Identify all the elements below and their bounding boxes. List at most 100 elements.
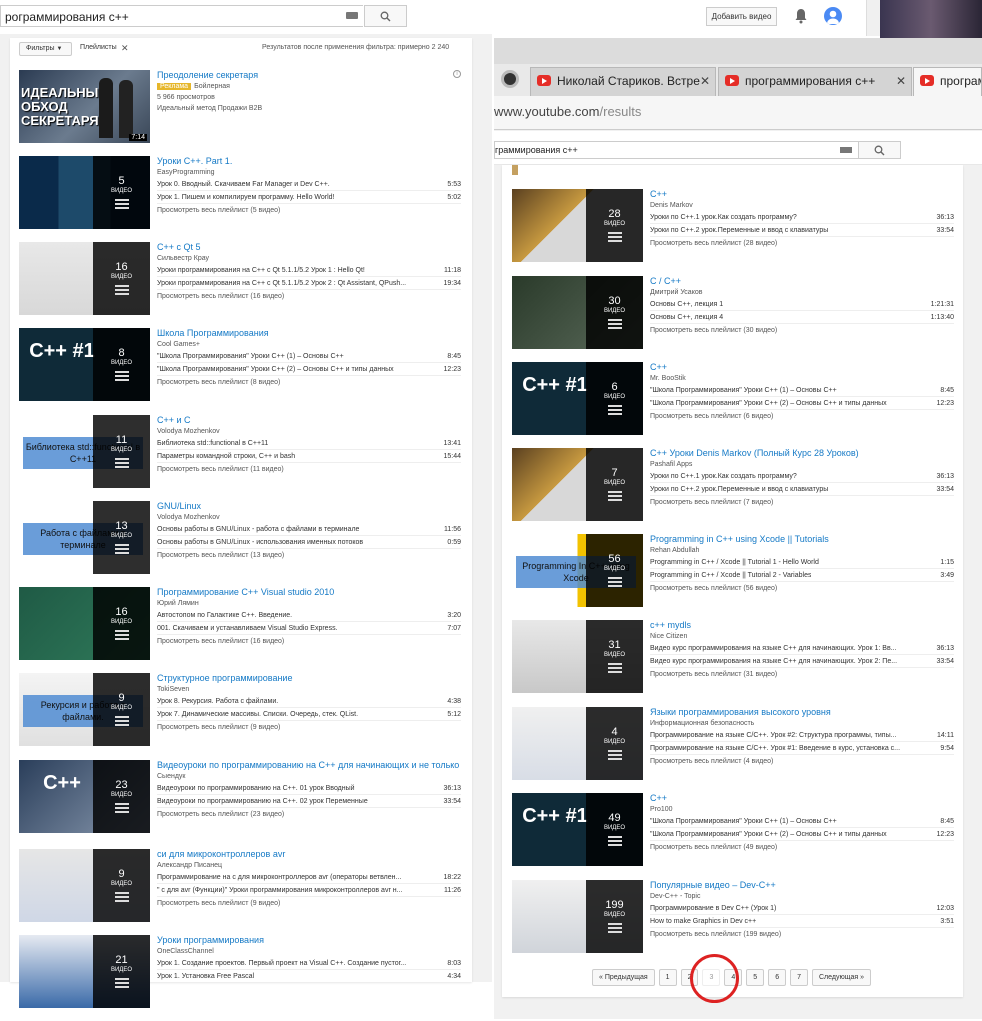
- prev-page-button[interactable]: « Предыдущая: [592, 969, 655, 986]
- ad-title[interactable]: Преодоление секретаря: [157, 70, 461, 81]
- playlist-video-row[interactable]: "Школа Программирования" Уроки C++ (1) –…: [157, 350, 461, 363]
- playlist-thumbnail[interactable]: 21 ВИДЕО: [19, 935, 150, 1008]
- playlist-video-row[interactable]: "Школа Программирования" Уроки C++ (1) –…: [650, 384, 954, 397]
- channel-name[interactable]: Denis Markov: [650, 200, 954, 211]
- channel-name[interactable]: Volodya Mozhenkov: [157, 512, 461, 523]
- playlist-result[interactable]: Библиотека std::functional в C++11 11 ВИДЕ…: [10, 415, 472, 501]
- playlist-result[interactable]: Работа с файлами в терминале 13 ВИДЕО GNU/L…: [10, 501, 472, 587]
- keyboard-icon[interactable]: [840, 147, 852, 153]
- view-full-playlist-link[interactable]: Просмотреть весь плейлист (13 видео): [157, 549, 461, 562]
- playlist-video-row[interactable]: Урок 1. Пишем и компилируем программу. H…: [157, 191, 461, 204]
- playlist-result[interactable]: 9 ВИДЕО си для микроконтроллеров avr Алекса…: [10, 849, 472, 935]
- playlist-thumbnail[interactable]: C++ #1 6 ВИДЕО: [512, 362, 643, 435]
- playlist-thumbnail[interactable]: 5 ВИДЕО: [19, 156, 150, 229]
- playlist-video-row[interactable]: Видеоуроки по программированию на C++. 0…: [157, 795, 461, 808]
- playlist-video-row[interactable]: Урок 1. Создание проектов. Первый проект…: [157, 957, 461, 970]
- playlist-result[interactable]: 31 ВИДЕО c++ mydls Nice Citizen Видео курс п…: [502, 620, 963, 706]
- playlist-video-row[interactable]: Видео курс программирования на языке C++…: [650, 655, 954, 668]
- playlist-result[interactable]: C++ #1 6 ВИДЕО C++ Mr. BooStik "Школа Програм…: [502, 362, 963, 448]
- playlist-thumbnail[interactable]: Библиотека std::functional в C++11 11 ВИДЕ…: [19, 415, 150, 488]
- playlist-title[interactable]: C++: [650, 793, 954, 804]
- playlist-result[interactable]: 16 ВИДЕО Программирование C++ Visual studi…: [10, 587, 472, 673]
- playlist-video-row[interactable]: Видео курс программирования на языке C++…: [650, 642, 954, 655]
- close-icon[interactable]: ✕: [121, 43, 129, 54]
- playlist-video-row[interactable]: Основы работы в GNU/Linux - работа с фай…: [157, 523, 461, 536]
- view-full-playlist-link[interactable]: Просмотреть весь плейлист (30 видео): [650, 324, 954, 337]
- tab-2[interactable]: программирования с++ ✕: [718, 67, 912, 96]
- playlist-video-row[interactable]: "Школа Программирования" Уроки C++ (1) –…: [650, 815, 954, 828]
- left-search-button[interactable]: [364, 5, 407, 27]
- playlist-title[interactable]: C / C++: [650, 276, 954, 287]
- right-search-button[interactable]: [858, 141, 901, 159]
- channel-name[interactable]: Информационная безопасность: [650, 718, 954, 729]
- playlist-video-row[interactable]: Уроки программирования на C++ с Qt 5.1.1…: [157, 264, 461, 277]
- playlist-title[interactable]: Популярные видео – Dev-C++: [650, 880, 954, 891]
- playlist-result[interactable]: Рекурсия и работа с файлами. 9 ВИДЕО Структ…: [10, 673, 472, 759]
- playlist-result[interactable]: 30 ВИДЕО C / C++ Дмитрий Усаков Основы C++, …: [502, 276, 963, 362]
- playlist-video-row[interactable]: "Школа Программирования" Уроки C++ (2) –…: [157, 363, 461, 376]
- channel-name[interactable]: EasyProgramming: [157, 167, 461, 178]
- playlist-title[interactable]: C++ и C: [157, 415, 461, 426]
- playlist-thumbnail[interactable]: 9 ВИДЕО: [19, 849, 150, 922]
- playlist-video-row[interactable]: Уроки по C++.2 урок.Переменные и ввод с …: [650, 483, 954, 496]
- view-full-playlist-link[interactable]: Просмотреть весь плейлист (31 видео): [650, 668, 954, 681]
- playlist-video-row[interactable]: Основы C++, лекция 4 1:13:40: [650, 311, 954, 324]
- playlist-title[interactable]: Видеоуроки по программированию на C++ дл…: [157, 760, 461, 771]
- playlist-thumbnail[interactable]: 7 ВИДЕО: [512, 448, 643, 521]
- view-full-playlist-link[interactable]: Просмотреть весь плейлист (23 видео): [157, 808, 461, 821]
- filters-button[interactable]: Фильтры ▼: [19, 42, 72, 56]
- keyboard-icon[interactable]: [346, 12, 358, 19]
- playlist-thumbnail[interactable]: C++ #1 8 ВИДЕО: [19, 328, 150, 401]
- close-icon[interactable]: ✕: [700, 68, 710, 95]
- playlist-video-row[interactable]: Программирование на языке C/C++. Урок #2…: [650, 729, 954, 742]
- channel-name[interactable]: Дмитрий Усаков: [650, 287, 954, 298]
- playlist-video-row[interactable]: Урок 7. Динамические массивы. Списки. Оч…: [157, 708, 461, 721]
- playlist-thumbnail[interactable]: 28 ВИДЕО: [512, 189, 643, 262]
- playlist-result[interactable]: C++ 23 ВИДЕО Видеоуроки по программированию…: [10, 760, 472, 846]
- playlist-title[interactable]: Programming in C++ using Xcode || Tutori…: [650, 534, 954, 545]
- view-full-playlist-link[interactable]: Просмотреть весь плейлист (28 видео): [650, 237, 954, 250]
- playlist-result[interactable]: 7 ВИДЕО C++ Уроки Denis Markov (Полный Кур…: [502, 448, 963, 534]
- tab-1[interactable]: Николай Стариков. Встре ✕: [530, 67, 716, 96]
- playlist-title[interactable]: Уроки программирования: [157, 935, 461, 946]
- playlist-video-row[interactable]: Урок 8. Рекурсия. Работа с файлами. 4:38: [157, 695, 461, 708]
- tab-3-active[interactable]: программ: [913, 67, 982, 96]
- channel-name[interactable]: Dev-C++ - Topic: [650, 891, 954, 902]
- playlist-title[interactable]: Школа Программирования: [157, 328, 461, 339]
- ad-channel[interactable]: Бойлерная: [194, 83, 230, 90]
- view-full-playlist-link[interactable]: Просмотреть весь плейлист (16 видео): [157, 635, 461, 648]
- playlist-thumbnail[interactable]: C++ 23 ВИДЕО: [19, 760, 150, 833]
- playlist-thumbnail[interactable]: 31 ВИДЕО: [512, 620, 643, 693]
- info-icon[interactable]: i: [453, 70, 461, 78]
- left-search-input[interactable]: рограммирования с++: [0, 5, 363, 27]
- playlist-video-row[interactable]: Уроки программирования на C++ с Qt 5.1.1…: [157, 277, 461, 290]
- channel-name[interactable]: Юрий Лямин: [157, 598, 461, 609]
- channel-name[interactable]: Mr. BooStik: [650, 373, 954, 384]
- playlist-video-row[interactable]: Программирование на с для микроконтролле…: [157, 871, 461, 884]
- playlist-thumbnail[interactable]: Programming In C++ using Xcode 56 ВИДЕО: [512, 534, 643, 607]
- playlist-title[interactable]: си для микроконтроллеров avr: [157, 849, 461, 860]
- view-full-playlist-link[interactable]: Просмотреть весь плейлист (49 видео): [650, 841, 954, 854]
- playlist-result[interactable]: 21 ВИДЕО Уроки программирования OneClassCha…: [10, 935, 472, 1021]
- view-full-playlist-link[interactable]: Просмотреть весь плейлист (4 видео): [650, 755, 954, 768]
- playlist-video-row[interactable]: Уроки по C++.2 урок.Переменные и ввод с …: [650, 224, 954, 237]
- playlist-result[interactable]: 28 ВИДЕО C++ Denis Markov Уроки по C++.1 уро…: [502, 189, 963, 275]
- playlist-video-row[interactable]: How to make Graphics in Dev c++ 3:51: [650, 915, 954, 928]
- ad-thumbnail[interactable]: ИДЕАЛЬНЫЙ ОБХОД СЕКРЕТАРЯ 7:14: [19, 70, 150, 143]
- view-full-playlist-link[interactable]: Просмотреть весь плейлист (9 видео): [157, 721, 461, 734]
- playlist-video-row[interactable]: Основы C++, лекция 1 1:21:31: [650, 298, 954, 311]
- playlist-video-row[interactable]: Программирование на языке C/C++. Урок #1…: [650, 742, 954, 755]
- playlist-video-row[interactable]: Урок 1. Установка Free Pascal 4:34: [157, 970, 461, 983]
- playlist-result[interactable]: 16 ВИДЕО C++ с Qt 5 Сильвестр Крау Уроки про…: [10, 242, 472, 328]
- page-6-button[interactable]: 6: [768, 969, 787, 986]
- playlist-video-row[interactable]: Видеоуроки по программированию на C++. 0…: [157, 782, 461, 795]
- playlist-video-row[interactable]: "Школа Программирования" Уроки C++ (2) –…: [650, 397, 954, 410]
- playlist-title[interactable]: Уроки C++. Part 1.: [157, 156, 461, 167]
- right-search-input[interactable]: граммирования с++: [494, 141, 860, 159]
- playlist-thumbnail[interactable]: Работа с файлами в терминале 13 ВИДЕО: [19, 501, 150, 574]
- playlist-video-row[interactable]: Programming in C++ / Xcode || Tutorial 1…: [650, 556, 954, 569]
- view-full-playlist-link[interactable]: Просмотреть весь плейлист (8 видео): [157, 376, 461, 389]
- playlist-video-row[interactable]: Программирование в Dev C++ (Урок 1) 12:03: [650, 902, 954, 915]
- playlist-title[interactable]: GNU/Linux: [157, 501, 461, 512]
- channel-name[interactable]: Rehan Abdullah: [650, 545, 954, 556]
